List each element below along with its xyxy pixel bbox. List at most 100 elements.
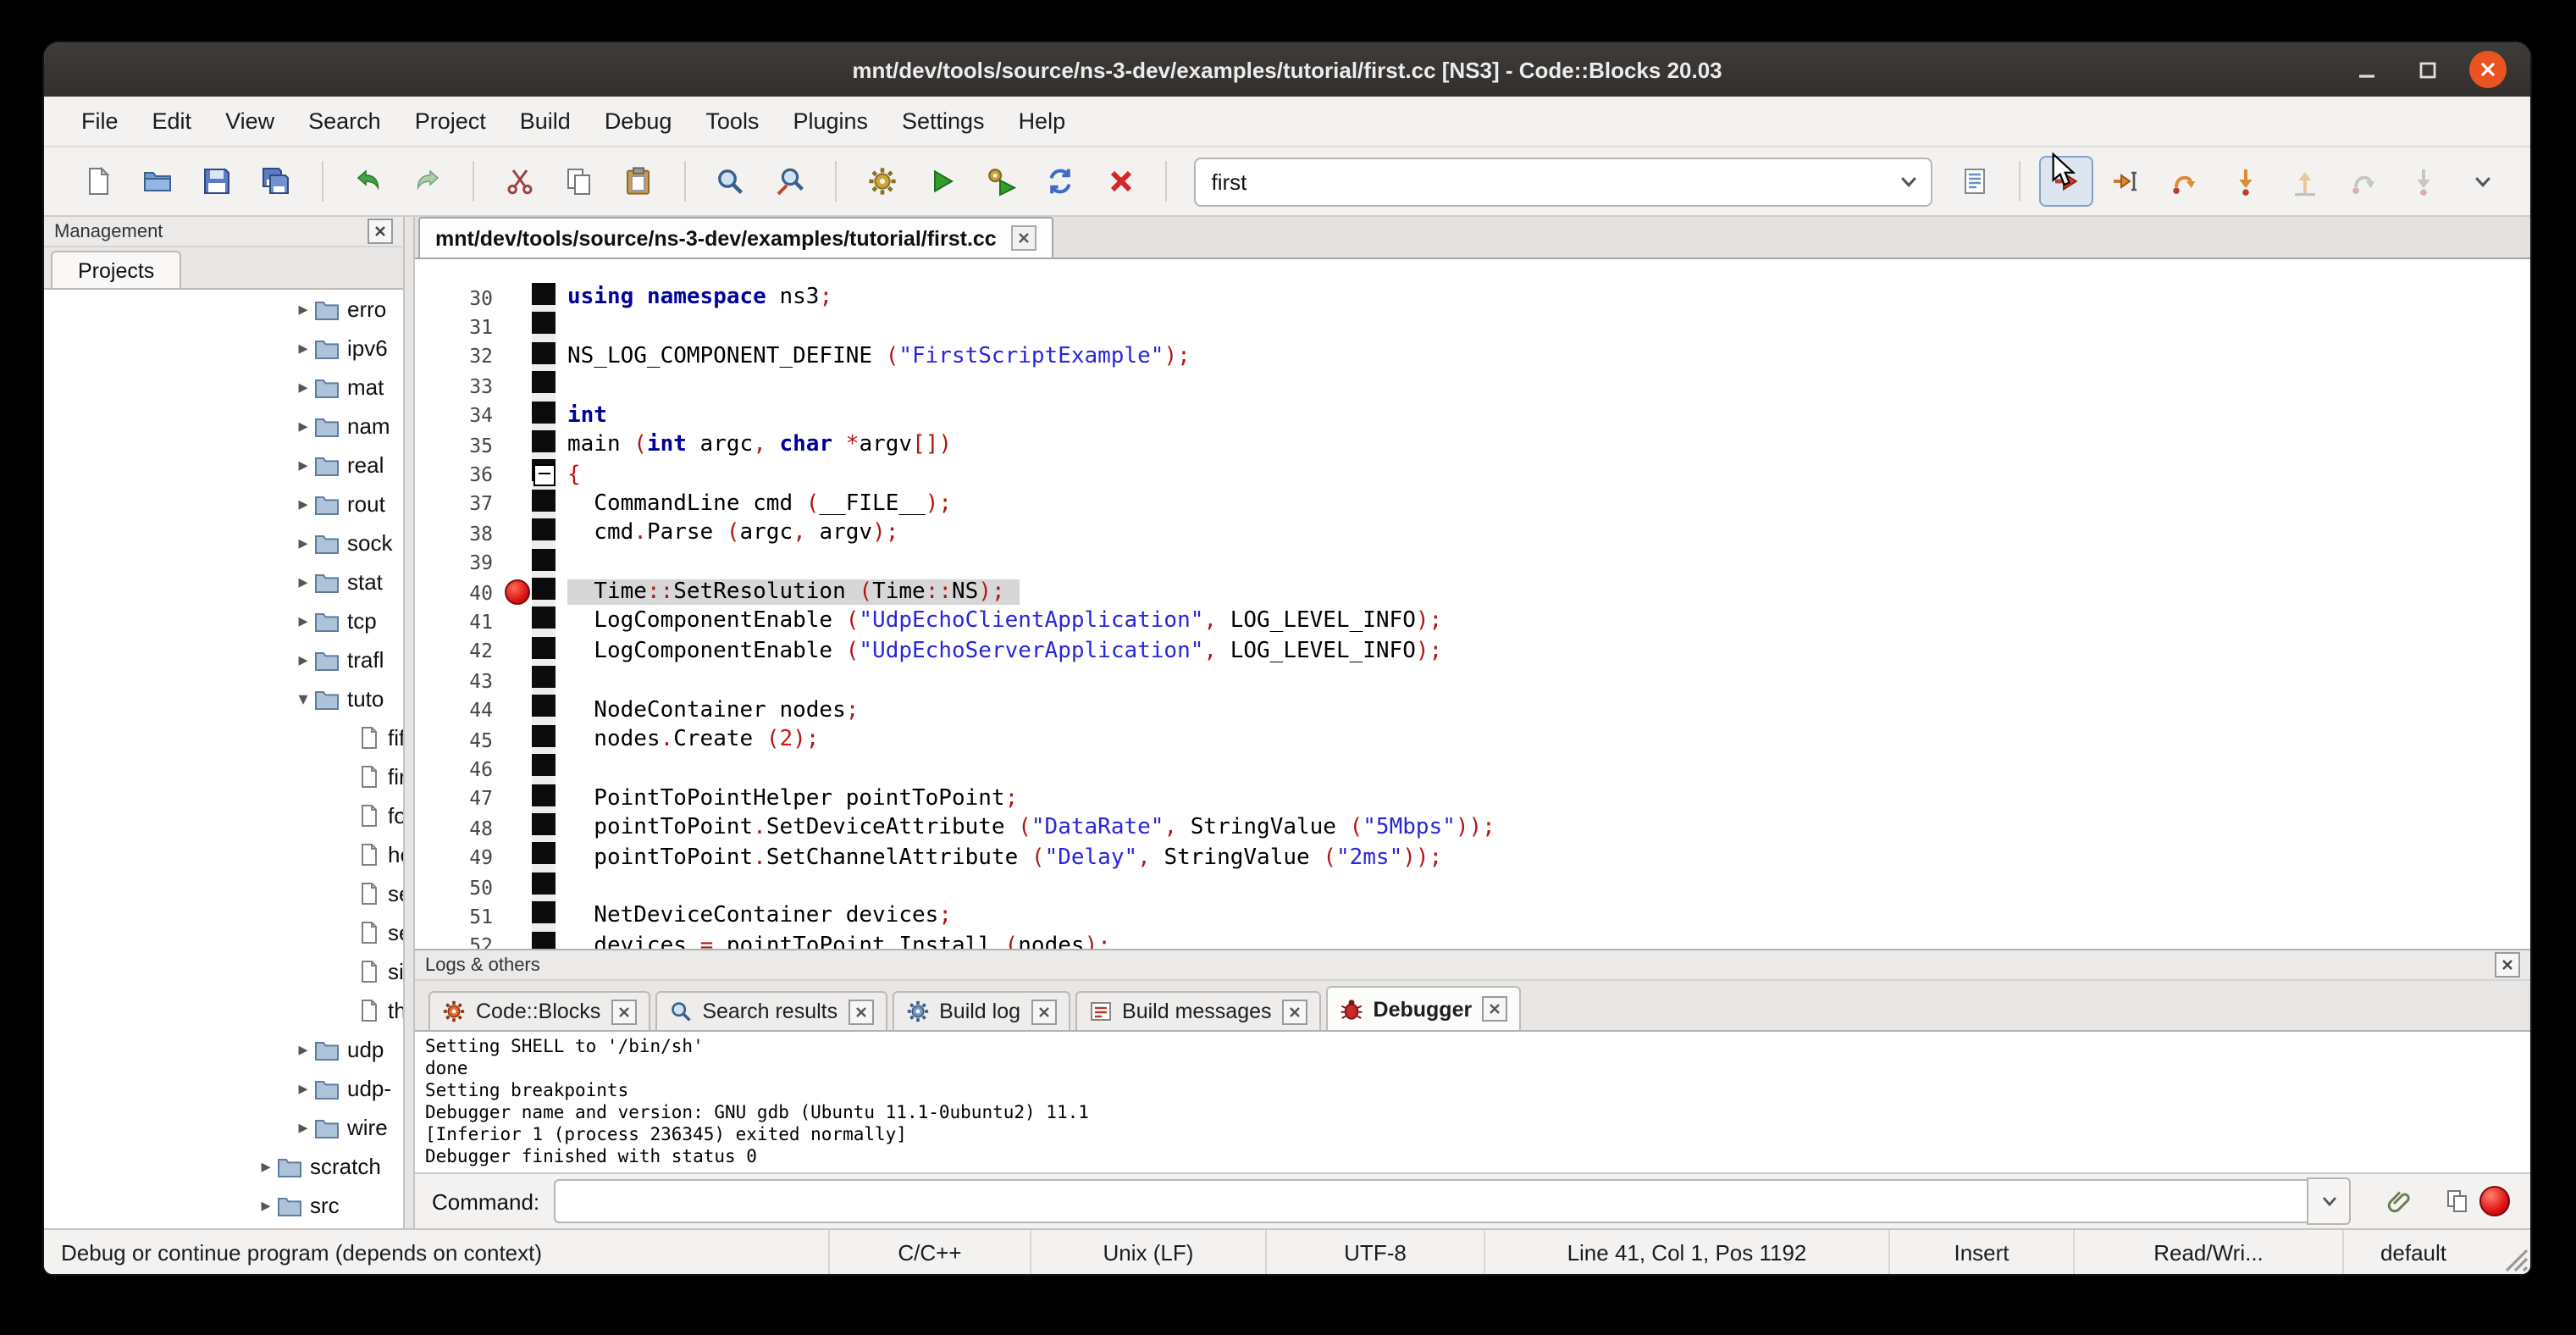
line-number[interactable]: 42 [415, 640, 501, 663]
editor-line[interactable]: 38 cmd.Parse (argc, argv); [415, 518, 2530, 548]
next-line-button[interactable] [2159, 156, 2212, 207]
tree-item-th[interactable]: th [44, 991, 403, 1030]
editor-line[interactable]: 44 NodeContainer nodes; [415, 695, 2530, 725]
menu-item-view[interactable]: View [208, 102, 291, 141]
save-button[interactable] [191, 156, 243, 207]
step-into-button[interactable] [2219, 156, 2271, 207]
logs-tab-build-messages[interactable]: Build messages [1075, 991, 1321, 1030]
chevron-right-icon[interactable]: ▸ [291, 1039, 315, 1061]
replace-button[interactable] [764, 156, 816, 207]
stop-debugger-button[interactable] [2479, 1186, 2510, 1216]
editor-line[interactable]: 48 pointToPoint.SetDeviceAttribute ("Dat… [415, 813, 2530, 843]
menu-item-edit[interactable]: Edit [135, 102, 209, 141]
build-and-run-button[interactable] [975, 156, 1027, 207]
breakpoint-margin[interactable] [501, 401, 532, 430]
new-file-button[interactable] [71, 156, 124, 207]
tree-item-fir[interactable]: fir [44, 757, 403, 796]
line-number[interactable]: 33 [415, 374, 501, 398]
tree-item-udp[interactable]: ▸udp [44, 1030, 403, 1069]
line-number[interactable]: 30 [415, 285, 501, 309]
editor-line[interactable]: 45 nodes.Create (2); [415, 725, 2530, 755]
breakpoint-margin[interactable] [501, 578, 532, 607]
editor-line[interactable]: 41 LogComponentEnable ("UdpEchoClientApp… [415, 607, 2530, 637]
line-number[interactable]: 43 [415, 669, 501, 693]
chevron-right-icon[interactable]: ▸ [254, 1194, 278, 1216]
chevron-right-icon[interactable]: ▸ [291, 415, 315, 437]
tree-item-fo[interactable]: fo [44, 796, 403, 835]
line-number[interactable]: 34 [415, 404, 501, 428]
editor-line[interactable]: 42 LogComponentEnable ("UdpEchoServerApp… [415, 636, 2530, 666]
panel-splitter[interactable] [403, 217, 415, 1228]
editor-line[interactable]: 34int [415, 401, 2530, 430]
line-number[interactable]: 52 [415, 934, 501, 949]
copy-button[interactable] [553, 156, 605, 207]
build-button[interactable] [855, 156, 908, 207]
logs-tab-code-blocks[interactable]: Code::Blocks [428, 991, 650, 1030]
editor-line[interactable]: 30using namespace ns3; [415, 283, 2530, 313]
chevron-right-icon[interactable]: ▸ [291, 298, 315, 320]
tree-item-trafl[interactable]: ▸trafl [44, 640, 403, 679]
line-number[interactable]: 49 [415, 845, 501, 869]
tree-item-scratch[interactable]: ▸scratch [44, 1147, 403, 1186]
line-number[interactable]: 45 [415, 728, 501, 751]
attach-file-button[interactable] [2378, 1181, 2422, 1221]
tree-item-tcp[interactable]: ▸tcp [44, 601, 403, 640]
breakpoint-margin[interactable] [501, 784, 532, 813]
chevron-right-icon[interactable]: ▸ [291, 493, 315, 515]
line-number[interactable]: 48 [415, 816, 501, 839]
close-button[interactable] [2469, 51, 2507, 88]
line-number[interactable]: 36 [415, 463, 501, 486]
tab-close-icon[interactable] [1482, 996, 1507, 1022]
minimize-button[interactable] [2347, 51, 2385, 88]
next-instruction-button[interactable] [2338, 156, 2391, 207]
tree-item-he[interactable]: he [44, 835, 403, 874]
editor-line[interactable]: 46 [415, 755, 2530, 784]
step-out-button[interactable] [2279, 156, 2331, 207]
tree-item-erro[interactable]: ▸erro [44, 290, 403, 329]
editor-line[interactable]: 40 Time::SetResolution (Time::NS); [415, 578, 2530, 607]
chevron-down-icon[interactable]: ▾ [291, 688, 315, 710]
chevron-right-icon[interactable]: ▸ [291, 376, 315, 398]
breakpoint-margin[interactable] [501, 755, 532, 784]
editor-line[interactable]: 36{ [415, 460, 2530, 490]
line-number[interactable]: 35 [415, 433, 501, 457]
menu-item-project[interactable]: Project [398, 102, 503, 141]
editor-line[interactable]: 33 [415, 371, 2530, 401]
tree-item-six[interactable]: six [44, 952, 403, 991]
menu-item-file[interactable]: File [64, 102, 135, 141]
breakpoint-margin[interactable] [501, 872, 532, 902]
breakpoint-margin[interactable] [501, 695, 532, 725]
breakpoint-margin[interactable] [501, 371, 532, 401]
tab-close-icon[interactable] [611, 999, 636, 1024]
tree-item-udp[interactable]: ▸udp- [44, 1069, 403, 1108]
breakpoint-margin[interactable] [501, 430, 532, 460]
menu-item-plugins[interactable]: Plugins [776, 102, 885, 141]
line-number[interactable]: 47 [415, 787, 501, 811]
paste-button[interactable] [612, 156, 665, 207]
chevron-right-icon[interactable]: ▸ [291, 337, 315, 359]
editor-tab[interactable]: mnt/dev/tools/source/ns-3-dev/examples/t… [418, 217, 1054, 258]
editor-line[interactable]: 43 [415, 666, 2530, 695]
redo-button[interactable] [401, 156, 454, 207]
run-button[interactable] [915, 156, 968, 207]
undo-button[interactable] [342, 156, 395, 207]
chevron-right-icon[interactable]: ▸ [291, 610, 315, 632]
menu-item-settings[interactable]: Settings [885, 102, 1002, 141]
tree-item-tuto[interactable]: ▾tuto [44, 679, 403, 718]
breakpoint-margin[interactable] [501, 636, 532, 666]
breakpoint-margin[interactable] [501, 489, 532, 518]
line-number[interactable]: 37 [415, 492, 501, 516]
chevron-right-icon[interactable]: ▸ [291, 1116, 315, 1138]
line-number[interactable]: 39 [415, 551, 501, 574]
tab-projects[interactable]: Projects [51, 251, 181, 288]
tree-item-sock[interactable]: ▸sock [44, 523, 403, 562]
logs-tab-search-results[interactable]: Search results [655, 991, 887, 1030]
editor-line[interactable]: 50 [415, 872, 2530, 902]
cut-button[interactable] [493, 156, 545, 207]
line-number[interactable]: 40 [415, 580, 501, 604]
menu-item-search[interactable]: Search [291, 102, 398, 141]
chevron-right-icon[interactable]: ▸ [291, 532, 315, 554]
breakpoint-icon[interactable] [504, 579, 529, 605]
logs-tab-build-log[interactable]: Build log [892, 991, 1070, 1030]
abort-button[interactable] [1094, 156, 1147, 207]
